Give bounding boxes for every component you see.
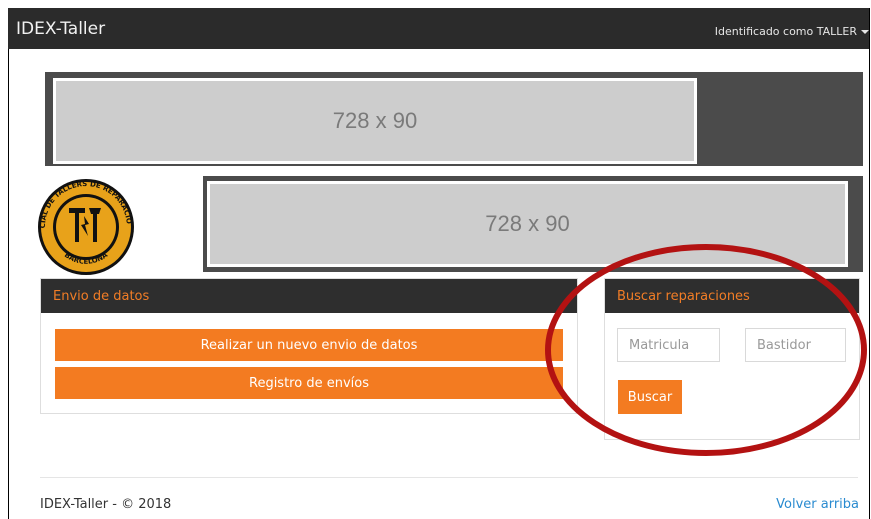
registro-envios-button[interactable]: Registro de envíos <box>55 367 563 399</box>
top-navbar: IDEX-Taller Identificado como TALLER <box>8 8 869 49</box>
panel-buscar-reparaciones: Buscar reparaciones Matricula Bastidor B… <box>604 278 860 440</box>
back-to-top-link[interactable]: Volver arriba <box>776 497 859 512</box>
caret-down-icon <box>861 30 869 34</box>
matricula-input[interactable]: Matricula <box>617 328 720 362</box>
footer-divider <box>40 477 858 478</box>
panel-heading: Buscar reparaciones <box>605 279 859 313</box>
user-menu[interactable]: Identificado como TALLER <box>715 25 869 38</box>
panel-envio-datos: Envio de datos Realizar un nuevo envio d… <box>40 278 578 414</box>
buscar-button[interactable]: Buscar <box>618 380 682 414</box>
panel-heading: Envio de datos <box>41 279 577 313</box>
new-envio-button[interactable]: Realizar un nuevo envio de datos <box>55 329 563 361</box>
bastidor-input[interactable]: Bastidor <box>745 328 846 362</box>
ad-placeholder: 728 x 90 <box>53 78 697 164</box>
ad-banner-second: 728 x 90 <box>203 176 863 272</box>
footer-copyright: IDEX-Taller - © 2018 <box>40 497 172 512</box>
user-menu-label: Identificado como TALLER <box>714 25 857 38</box>
ad-banner-top: 728 x 90 <box>45 72 863 166</box>
ad-placeholder: 728 x 90 <box>207 181 848 267</box>
gremi-logo: GREMI PROVINCIAL DE TALLERS DE REPARACIÓ… <box>27 178 134 275</box>
brand-title[interactable]: IDEX-Taller <box>16 19 105 39</box>
